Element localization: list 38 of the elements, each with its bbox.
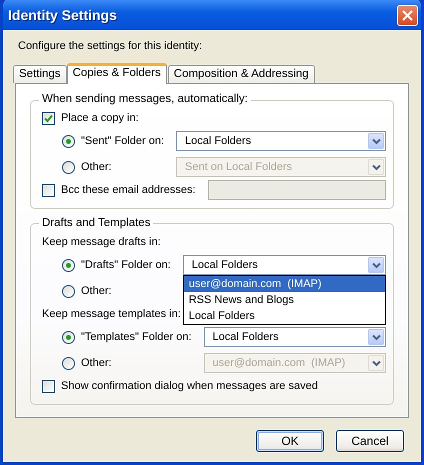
checkbox-label: Place a copy in: xyxy=(61,112,139,126)
cancel-button[interactable]: Cancel xyxy=(336,430,404,452)
checkbox-label: Bcc these email addresses: xyxy=(61,184,196,198)
window-title: Identity Settings xyxy=(8,6,117,24)
group-title: Drafts and Templates xyxy=(41,216,152,231)
radio-label: Other: xyxy=(81,284,112,298)
dropdown[interactable]: Local Folders xyxy=(204,327,386,348)
section-label: Keep message templates in: xyxy=(42,308,181,321)
group-title: When sending messages, automatically: xyxy=(41,93,249,107)
dropdown[interactable]: Local Folders xyxy=(176,131,386,152)
radio-button[interactable] xyxy=(62,134,75,148)
radio-button[interactable] xyxy=(62,330,75,344)
chevron-down-icon xyxy=(372,334,380,341)
close-button[interactable] xyxy=(397,4,418,26)
tab[interactable]: Copies & Folders xyxy=(66,63,167,84)
checkbox-label: Show confirmation dialog when messages are saved xyxy=(61,380,318,393)
radio-label: "Drafts" Folder on: xyxy=(81,258,171,272)
close-icon xyxy=(402,10,413,20)
radio-label: "Templates" Folder on: xyxy=(81,330,192,344)
radio-label: "Sent" Folder on: xyxy=(81,134,164,148)
radio-label: Other: xyxy=(81,356,112,370)
tab[interactable]: Settings xyxy=(13,65,67,84)
chevron-down-icon xyxy=(372,262,380,269)
chevron-down-icon xyxy=(372,360,380,367)
section-label: Keep message drafts in: xyxy=(42,236,161,249)
radio-label: Other: xyxy=(81,160,112,174)
ok-button[interactable]: OK xyxy=(256,430,324,452)
description-text: Configure the settings for this identity: xyxy=(18,40,202,52)
checkbox[interactable] xyxy=(42,112,55,125)
checkbox[interactable] xyxy=(42,380,55,393)
tab[interactable]: Composition & Addressing xyxy=(168,65,315,84)
dropdown-option[interactable]: user@domain.com (IMAP) xyxy=(184,276,385,292)
chevron-down-icon xyxy=(372,164,380,171)
dropdown-option[interactable]: Local Folders xyxy=(184,308,385,324)
chevron-down-icon xyxy=(372,138,380,145)
radio-button[interactable] xyxy=(62,284,75,298)
radio-button[interactable] xyxy=(62,258,75,272)
dropdown-option[interactable]: RSS News and Blogs xyxy=(184,292,385,308)
